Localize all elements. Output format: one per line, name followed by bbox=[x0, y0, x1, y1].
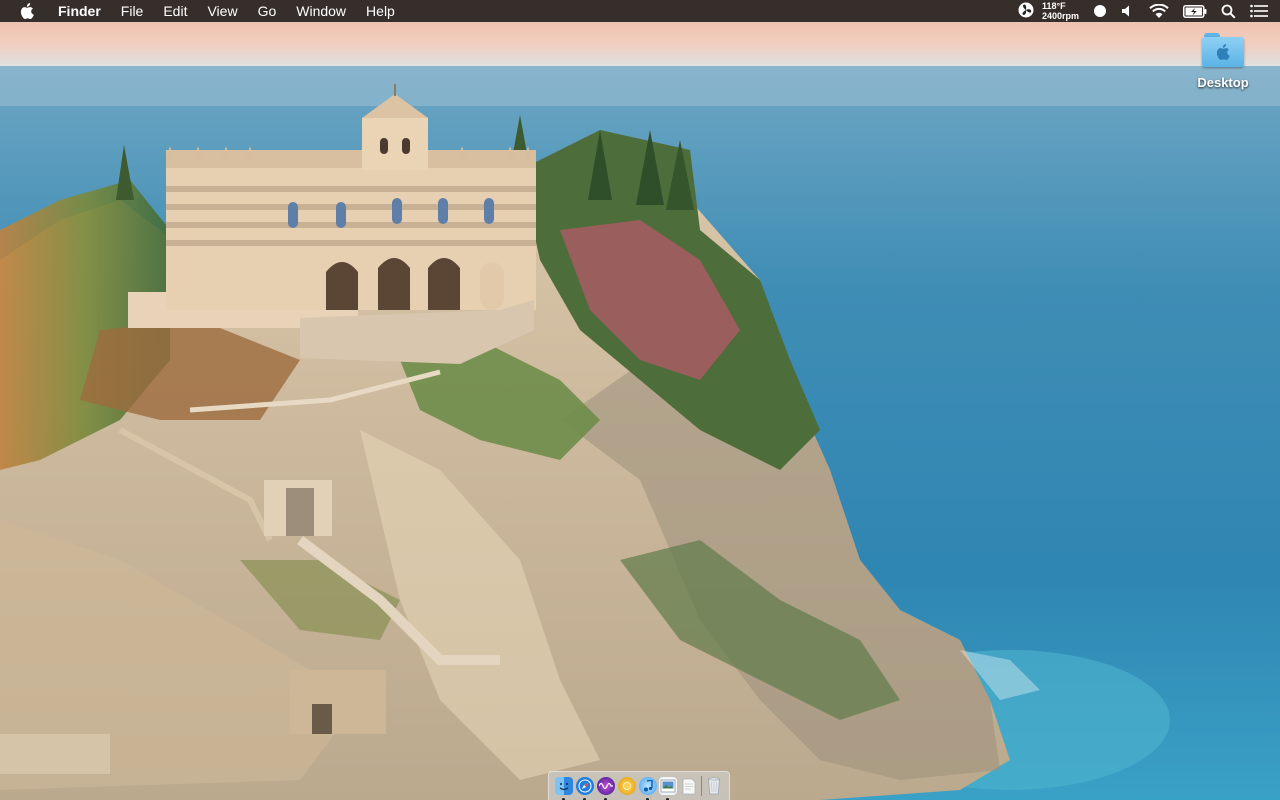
menu-edit[interactable]: Edit bbox=[153, 0, 197, 22]
notification-center-icon[interactable] bbox=[1250, 0, 1268, 22]
preview-icon bbox=[660, 779, 676, 793]
document-icon bbox=[682, 778, 696, 794]
apple-menu-icon[interactable] bbox=[16, 0, 38, 22]
safari-icon bbox=[578, 779, 592, 793]
fan-readout: 118°F 2400rpm bbox=[1042, 1, 1079, 21]
battery-charging-icon[interactable] bbox=[1183, 0, 1207, 22]
status-area: 118°F 2400rpm bbox=[1004, 0, 1280, 22]
dock-item-finder[interactable] bbox=[555, 777, 573, 800]
dock-separator bbox=[701, 776, 703, 796]
fan-monitor[interactable]: 118°F 2400rpm bbox=[1018, 0, 1079, 22]
fan-speed-readout: 2400rpm bbox=[1041, 11, 1079, 21]
apple-logo-icon bbox=[1216, 44, 1230, 60]
trash-icon bbox=[708, 777, 720, 795]
finder-icon bbox=[559, 783, 569, 791]
menu-go[interactable]: Go bbox=[248, 0, 287, 22]
menu-file[interactable]: File bbox=[111, 0, 154, 22]
dock-item-preview[interactable] bbox=[659, 777, 678, 800]
desktop-folder-label: Desktop bbox=[1197, 75, 1249, 90]
temperature-readout: 118°F bbox=[1041, 1, 1066, 11]
menu-window[interactable]: Window bbox=[286, 0, 356, 22]
dock-item-music[interactable] bbox=[638, 777, 657, 800]
dock-item-siri[interactable] bbox=[596, 777, 615, 800]
volume-icon[interactable] bbox=[1121, 0, 1135, 22]
dock-item-safari[interactable] bbox=[575, 777, 594, 800]
wallpaper bbox=[0, 0, 1280, 800]
menu-view[interactable]: View bbox=[197, 0, 247, 22]
record-dot-icon[interactable] bbox=[1093, 0, 1107, 22]
dock-item-textedit[interactable] bbox=[680, 777, 698, 795]
spotlight-search-icon[interactable] bbox=[1221, 0, 1236, 22]
app-menu-finder[interactable]: Finder bbox=[48, 0, 111, 22]
dock-item-trash[interactable] bbox=[705, 777, 723, 795]
fan-icon bbox=[1018, 2, 1034, 21]
desktop-folder[interactable]: Desktop bbox=[1190, 33, 1256, 90]
wifi-icon[interactable] bbox=[1149, 0, 1169, 22]
menu-help[interactable]: Help bbox=[356, 0, 405, 22]
folder-icon bbox=[1202, 33, 1244, 67]
siri-icon bbox=[598, 782, 613, 790]
dock bbox=[548, 771, 730, 800]
dock-item-app-gold[interactable] bbox=[617, 777, 636, 795]
gold-circle-icon bbox=[622, 782, 631, 790]
desktop[interactable]: Finder File Edit View Go Window Help 118… bbox=[0, 0, 1280, 800]
menu-bar: Finder File Edit View Go Window Help 118… bbox=[0, 0, 1280, 22]
music-note-icon bbox=[643, 780, 653, 792]
